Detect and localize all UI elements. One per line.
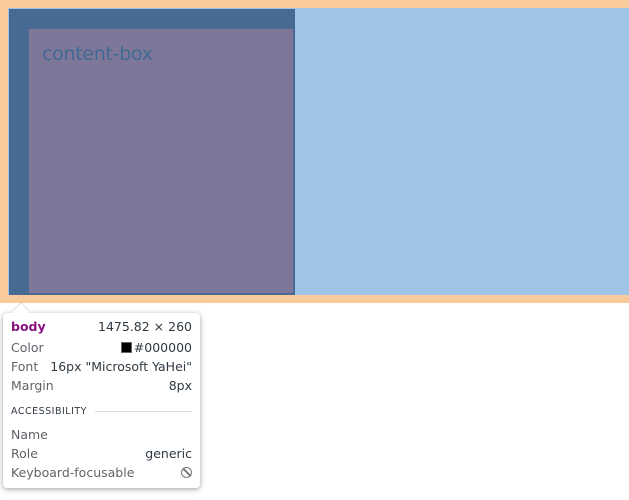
element-dimensions: 1475.82 × 260: [98, 318, 192, 334]
a11y-label: Role: [11, 445, 38, 461]
property-value: 8px: [168, 377, 192, 393]
property-value: 16px "Microsoft YaHei": [50, 358, 192, 374]
a11y-row-role: Role generic: [11, 445, 192, 461]
property-value: #000000: [120, 339, 192, 355]
tooltip-title-row: body 1475.82 × 260: [11, 318, 192, 334]
element-tag-name: body: [11, 318, 46, 334]
a11y-value: generic: [145, 445, 192, 461]
property-row-margin: Margin 8px: [11, 377, 192, 393]
property-label: Margin: [11, 377, 54, 393]
not-allowed-icon: [181, 466, 192, 478]
a11y-label: Name: [11, 426, 48, 442]
a11y-row-name: Name: [11, 426, 192, 442]
property-label: Color: [11, 339, 44, 355]
a11y-label: Keyboard-focusable: [11, 464, 135, 480]
property-label: Font: [11, 358, 39, 374]
color-value: #000000: [133, 339, 192, 355]
page-viewport: content-box: [0, 0, 629, 303]
content-box-inner: [29, 29, 293, 293]
color-swatch-icon: [120, 341, 132, 353]
accessibility-section-header: ACCESSIBILITY: [11, 405, 192, 417]
property-row-font: Font 16px "Microsoft YaHei": [11, 358, 192, 374]
property-row-color: Color #000000: [11, 339, 192, 355]
inspector-tooltip: body 1475.82 × 260 Color #000000 Font 16…: [3, 303, 200, 488]
section-divider: [94, 410, 192, 412]
a11y-row-focusable: Keyboard-focusable: [11, 464, 192, 480]
accessibility-header-label: ACCESSIBILITY: [11, 405, 87, 417]
content-box-text: content-box: [42, 43, 153, 65]
